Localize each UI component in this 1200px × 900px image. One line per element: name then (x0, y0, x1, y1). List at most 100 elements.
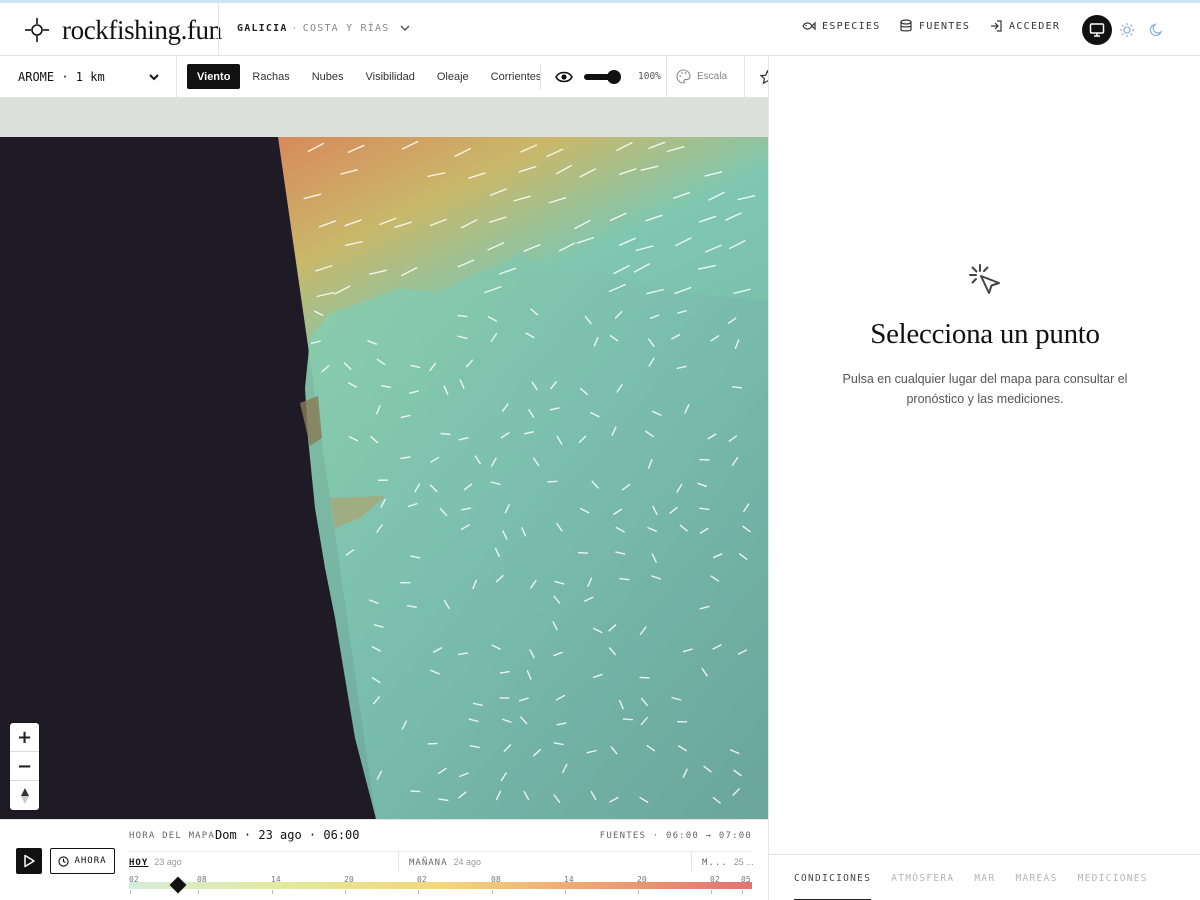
timeline-day-name: M... (702, 858, 728, 868)
wind-arrow (440, 432, 451, 436)
timeline-tick-mark (492, 890, 493, 894)
wind-arrow (622, 718, 633, 721)
layer-tab-visibilidad[interactable]: Visibilidad (356, 64, 425, 89)
timeline-day[interactable]: HOY 23 ago (129, 857, 182, 868)
theme-dark-button[interactable] (1142, 15, 1172, 45)
clock-icon (58, 855, 70, 867)
logo-text: rockfishing.fun (62, 14, 222, 45)
wind-arrow (639, 676, 650, 679)
nav-login-label: ACCEDER (1009, 20, 1061, 32)
plus-icon: + (16, 726, 33, 748)
panel-tab-mar[interactable]: MAR (974, 855, 995, 900)
app-header: rockfishing.fun GALICIA · COSTA Y RÍAS E… (0, 3, 1200, 56)
logo[interactable]: rockfishing.fun (24, 15, 222, 45)
nav-sources-label: FUENTES (919, 20, 971, 32)
scale-button-label: Escala (697, 71, 728, 82)
wind-arrow (547, 480, 558, 483)
model-selector-label: AROME · 1 km (18, 70, 105, 84)
palette-icon (676, 69, 691, 84)
panel-tab-mediciones[interactable]: MEDICIONES (1078, 855, 1148, 900)
now-button-label: AHORA (74, 856, 107, 866)
opacity-slider[interactable] (584, 70, 622, 84)
timeline-day-divider (398, 851, 399, 871)
layer-tabs: Viento Rachas Nubes Visibilidad Oleaje Corrie… (187, 64, 553, 89)
database-icon (900, 19, 912, 32)
fish-icon (802, 21, 816, 31)
nav-login[interactable]: ACCEDER (989, 19, 1060, 33)
minus-icon: − (16, 755, 33, 777)
galicia-landmass (305, 253, 768, 819)
theme-system-button[interactable] (1082, 15, 1112, 45)
timeline-tick-mark (198, 890, 199, 894)
map-time-label: HORA DEL MAPA (129, 831, 216, 841)
timeline-tick-mark (130, 890, 131, 894)
layer-tab-rachas[interactable]: Rachas (242, 64, 299, 89)
nav-species[interactable]: ESPECIES (802, 19, 881, 33)
detail-panel: Selecciona un punto Pulsa en cualquier l… (768, 56, 1200, 900)
timeline-day-name: MAÑANA (409, 858, 448, 868)
layer-tab-nubes[interactable]: Nubes (302, 64, 354, 89)
logo-mark-icon (25, 18, 49, 42)
zoom-in-button[interactable]: + (10, 723, 39, 752)
timeline-day[interactable]: MAÑANA 24 ago (409, 857, 481, 868)
opacity-slider-thumb[interactable] (607, 70, 621, 84)
panel-description: Pulsa en cualquier lugar del mapa para c… (842, 372, 1128, 406)
timeline-tick-mark (638, 890, 639, 894)
click-pointer-icon (969, 264, 1000, 294)
timeline-tick-mark (345, 890, 346, 894)
eye-icon[interactable] (555, 69, 573, 85)
moon-icon (1149, 23, 1163, 37)
panel-tab-atmosfera[interactable]: ATMÓSFERA (891, 855, 954, 900)
star-icon[interactable] (760, 70, 768, 85)
chevron-down-icon (149, 74, 159, 81)
compass-icon (20, 787, 29, 804)
model-selector[interactable]: AROME · 1 km (0, 56, 177, 97)
timeline-day[interactable]: M... 25 ... (702, 857, 754, 868)
reset-north-button[interactable] (10, 781, 39, 810)
play-button[interactable] (16, 848, 42, 874)
toolbar-divider (540, 64, 541, 90)
chevron-down-icon (400, 25, 410, 32)
toolbar-divider (744, 56, 745, 97)
region-separator: · (291, 22, 299, 34)
timeline-current-marker[interactable] (169, 876, 187, 894)
timeline-bar: AHORA HORA DEL MAPA Dom · 23 ago · 06:00… (0, 819, 768, 900)
scale-button[interactable]: Escala (676, 69, 727, 84)
now-button[interactable]: AHORA (50, 848, 115, 874)
map-time-value: Dom · 23 ago · 06:00 (215, 828, 360, 842)
timeline-tick-mark (272, 890, 273, 894)
map-canvas[interactable] (0, 98, 768, 819)
wind-arrow (577, 551, 589, 554)
login-icon (991, 20, 1002, 32)
zoom-out-button[interactable]: − (10, 752, 39, 781)
panel-title: Selecciona un punto (870, 318, 1100, 350)
timeline-day-divider (691, 851, 692, 871)
timeline-heat-bar[interactable] (129, 882, 752, 889)
timeline-day-date: 25 ... (733, 857, 754, 867)
opacity-value: 100% (638, 71, 661, 82)
region-subtitle: COSTA Y RÍAS (302, 22, 390, 34)
wind-arrow (427, 742, 438, 745)
panel-tab-mareas[interactable]: MAREAS (1015, 855, 1057, 900)
zoom-controls: + − (10, 723, 39, 810)
timeline-tick-mark (418, 890, 419, 894)
timeline-tick-mark (565, 890, 566, 894)
play-icon (24, 854, 35, 868)
sun-icon (1120, 23, 1134, 37)
toolbar-divider (666, 56, 667, 97)
layer-tab-oleaje[interactable]: Oleaje (427, 64, 479, 89)
sources-time-range: FUENTES · 06:00 → 07:00 (599, 831, 752, 841)
monitor-icon (1089, 23, 1105, 37)
layer-tab-viento[interactable]: Viento (187, 64, 241, 89)
region-name: GALICIA (237, 22, 288, 34)
region-selector[interactable]: GALICIA · COSTA Y RÍAS (237, 22, 411, 34)
header-divider (218, 3, 219, 56)
theme-light-button[interactable] (1112, 15, 1142, 45)
timeline-day-name: HOY (129, 858, 149, 868)
weather-map[interactable]: + − (0, 98, 768, 819)
timeline-tick-mark (711, 890, 712, 894)
nav-sources[interactable]: FUENTES (899, 19, 970, 33)
panel-tab-condiciones[interactable]: CONDICIONES (794, 855, 872, 900)
nav-species-label: ESPECIES (822, 20, 881, 32)
timeline-divider (129, 851, 752, 852)
